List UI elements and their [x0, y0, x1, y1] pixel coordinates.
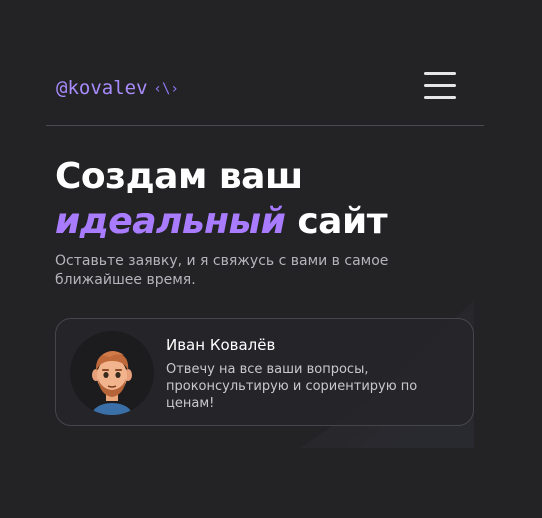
- contact-message: Отвечу на все ваши вопросы, проконсульти…: [166, 362, 418, 411]
- header-divider: [46, 125, 484, 126]
- site-header: @kovalev ‹\›: [46, 60, 484, 118]
- contact-name: Иван Ковалёв: [166, 336, 276, 354]
- hero-subtitle: Оставьте заявку, и я свяжусь с вами в са…: [55, 253, 389, 288]
- hero-title-rest: сайт: [285, 201, 388, 242]
- hamburger-menu-icon[interactable]: [424, 71, 456, 101]
- memoji-avatar-icon: [70, 331, 154, 415]
- contact-card[interactable]: Иван Ковалёв Отвечу на все ваши вопросы,…: [55, 318, 474, 426]
- burger-line: [424, 84, 456, 87]
- hero-title-line1: Создам ваш: [55, 156, 303, 197]
- burger-line: [424, 96, 456, 99]
- logo[interactable]: @kovalev ‹\›: [56, 77, 179, 99]
- code-brackets-icon: ‹\›: [153, 81, 179, 97]
- hero-title: Создам ваш идеальный сайт: [55, 154, 495, 244]
- hero-title-accent: идеальный: [55, 201, 286, 242]
- burger-line: [424, 72, 456, 75]
- logo-text: @kovalev: [56, 77, 148, 99]
